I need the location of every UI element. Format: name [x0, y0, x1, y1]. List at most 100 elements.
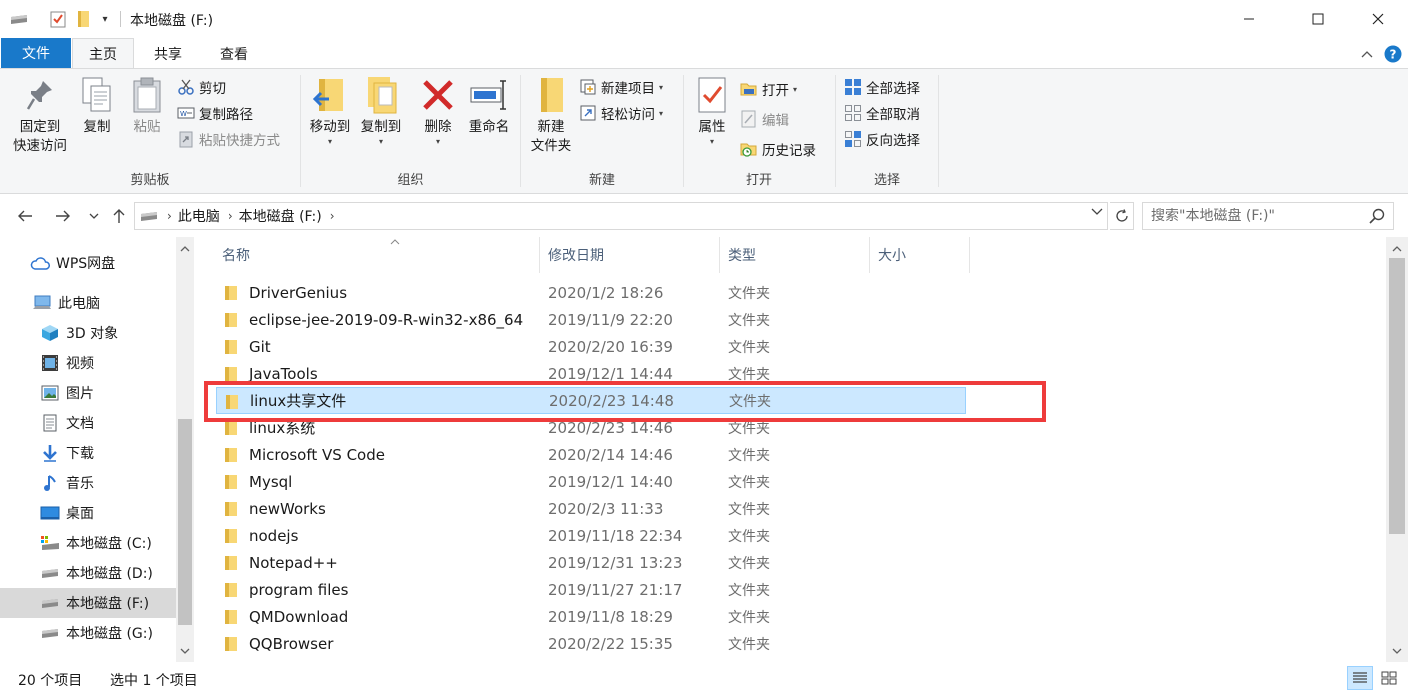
table-row[interactable]: Notepad++ 2019/12/31 13:23 文件夹 [216, 549, 966, 576]
new-folder-quick-icon[interactable] [74, 9, 92, 29]
window-title: 本地磁盘 (F:) [130, 13, 214, 29]
open-button[interactable]: 打开 ▾ [740, 77, 797, 101]
table-row[interactable]: Mysql 2019/12/1 14:40 文件夹 [216, 468, 966, 495]
move-to-button[interactable]: 移动到 ▾ [305, 73, 355, 146]
collapse-ribbon-icon[interactable] [1358, 44, 1376, 64]
properties-check-icon[interactable] [48, 9, 68, 29]
select-none-label: 全部取消 [866, 107, 920, 123]
back-arrow-icon[interactable] [12, 204, 38, 228]
nav-item-this-pc[interactable]: 此电脑 [0, 288, 176, 318]
nav-item-drive-g[interactable]: 本地磁盘 (G:) [0, 618, 176, 648]
help-icon[interactable]: ? [1383, 44, 1403, 64]
details-view-button[interactable] [1347, 666, 1373, 690]
download-icon [40, 443, 60, 463]
rename-button[interactable]: 重命名 [463, 73, 515, 137]
new-item-button[interactable]: 新建项目 ▾ [579, 75, 663, 99]
scroll-down-arrow-icon[interactable] [176, 642, 194, 660]
nav-item-label: 图片 [66, 386, 94, 402]
select-group: 全部选择 全部取消 反向选择 选择 [836, 69, 938, 193]
address-bar[interactable]: › 此电脑 › 本地磁盘 (F:) › [134, 202, 1108, 230]
nav-pane-scrollbar-thumb[interactable] [178, 419, 192, 625]
select-none-button[interactable]: 全部取消 [844, 101, 920, 125]
paste-shortcut-button[interactable]: 粘贴快捷方式 [177, 127, 280, 151]
invert-selection-button[interactable]: 反向选择 [844, 127, 920, 151]
up-arrow-icon[interactable] [108, 204, 130, 228]
clipboard-group: 固定到 快速访问 复制 粘贴 剪切 W 复制路径 粘贴快捷方式 剪贴板 [0, 69, 300, 193]
table-row[interactable]: DriverGenius 2020/1/2 18:26 文件夹 [216, 279, 966, 306]
address-dropdown-icon[interactable] [1091, 208, 1103, 219]
copy-button[interactable]: 复制 [74, 73, 120, 137]
chevron-right-icon[interactable]: › [330, 209, 335, 223]
drive-icon[interactable] [8, 9, 30, 29]
table-row[interactable]: nodejs 2019/11/18 22:34 文件夹 [216, 522, 966, 549]
sort-ascending-icon [390, 237, 400, 248]
edit-label: 编辑 [762, 113, 789, 129]
breadcrumb-this-pc[interactable]: 此电脑 [178, 206, 220, 226]
easy-access-button[interactable]: 轻松访问 ▾ [579, 101, 663, 125]
select-all-button[interactable]: 全部选择 [844, 75, 920, 99]
nav-item-3d-objects[interactable]: 3D 对象 [0, 318, 176, 348]
nav-item-music[interactable]: 音乐 [0, 468, 176, 498]
nav-item-label: 音乐 [66, 476, 94, 492]
tab-home[interactable]: 主页 [72, 38, 134, 69]
search-box[interactable] [1142, 202, 1394, 230]
nav-item-downloads[interactable]: 下载 [0, 438, 176, 468]
nav-item-documents[interactable]: 文档 [0, 408, 176, 438]
large-icons-view-button[interactable] [1376, 666, 1402, 690]
music-icon [40, 473, 60, 493]
chevron-right-icon[interactable]: › [228, 209, 233, 223]
move-to-icon [308, 73, 352, 117]
copy-path-button[interactable]: W 复制路径 [177, 101, 253, 125]
copy-to-button[interactable]: 复制到 ▾ [355, 73, 407, 146]
history-icon [740, 140, 758, 158]
paste-button[interactable]: 粘贴 [124, 73, 170, 137]
search-input[interactable] [1151, 208, 1361, 224]
document-icon [40, 413, 60, 433]
nav-item-drive-c[interactable]: 本地磁盘 (C:) [0, 528, 176, 558]
minimize-button[interactable] [1226, 0, 1272, 38]
maximize-button[interactable] [1295, 0, 1341, 38]
nav-item-videos[interactable]: 视频 [0, 348, 176, 378]
column-header-size[interactable]: 大小 [870, 237, 970, 273]
table-row[interactable]: eclipse-jee-2019-09-R-win32-x86_64 2019/1… [216, 306, 966, 333]
search-icon[interactable] [1369, 208, 1385, 228]
table-row[interactable]: Microsoft VS Code 2020/2/14 14:46 文件夹 [216, 441, 966, 468]
history-button[interactable]: 历史记录 [740, 137, 816, 161]
pin-quick-access-button[interactable]: 固定到 快速访问 [8, 73, 72, 155]
table-row[interactable]: Git 2020/2/20 16:39 文件夹 [216, 333, 966, 360]
refresh-button[interactable] [1110, 202, 1134, 230]
recent-locations-icon[interactable] [86, 204, 102, 228]
new-folder-button[interactable]: 新建 文件夹 [523, 73, 579, 155]
table-row[interactable]: QMDownload 2019/11/8 18:29 文件夹 [216, 603, 966, 630]
breadcrumb-drive-f[interactable]: 本地磁盘 (F:) [239, 206, 322, 226]
table-row[interactable]: program files 2019/11/27 21:17 文件夹 [216, 576, 966, 603]
edit-button[interactable]: 编辑 [740, 107, 789, 131]
column-header-name[interactable]: 名称 [214, 237, 540, 273]
table-row[interactable]: QQBrowser 2020/2/22 15:35 文件夹 [216, 630, 966, 657]
tab-file[interactable]: 文件 [1, 38, 71, 68]
chevron-right-icon[interactable]: › [167, 209, 172, 223]
delete-button[interactable]: 删除 ▾ [415, 73, 461, 146]
nav-item-wps-cloud[interactable]: WPS网盘 [0, 248, 176, 278]
folder-icon [225, 367, 237, 381]
tab-share[interactable]: 共享 [138, 38, 198, 69]
scroll-up-arrow-icon[interactable] [1388, 239, 1406, 257]
properties-button[interactable]: 属性 ▾ [688, 73, 736, 146]
file-list-scrollbar-thumb[interactable] [1389, 258, 1405, 534]
column-header-modified[interactable]: 修改日期 [540, 237, 720, 273]
scroll-down-arrow-icon[interactable] [1388, 642, 1406, 660]
close-button[interactable] [1355, 0, 1401, 38]
nav-item-drive-f[interactable]: 本地磁盘 (F:) [0, 588, 176, 618]
column-header-type[interactable]: 类型 [720, 237, 870, 273]
forward-arrow-icon[interactable] [50, 204, 76, 228]
ribbon: 固定到 快速访问 复制 粘贴 剪切 W 复制路径 粘贴快捷方式 剪贴板 移动到 … [0, 68, 1408, 194]
nav-item-desktop[interactable]: 桌面 [0, 498, 176, 528]
cut-button[interactable]: 剪切 [177, 75, 226, 99]
nav-item-pictures[interactable]: 图片 [0, 378, 176, 408]
tab-view[interactable]: 查看 [204, 38, 264, 69]
scroll-up-arrow-icon[interactable] [176, 239, 194, 257]
table-row[interactable]: newWorks 2020/2/3 11:33 文件夹 [216, 495, 966, 522]
nav-item-drive-d[interactable]: 本地磁盘 (D:) [0, 558, 176, 588]
svg-text:?: ? [1390, 48, 1397, 62]
quick-access-dropdown-icon[interactable]: ▾ [98, 9, 112, 29]
